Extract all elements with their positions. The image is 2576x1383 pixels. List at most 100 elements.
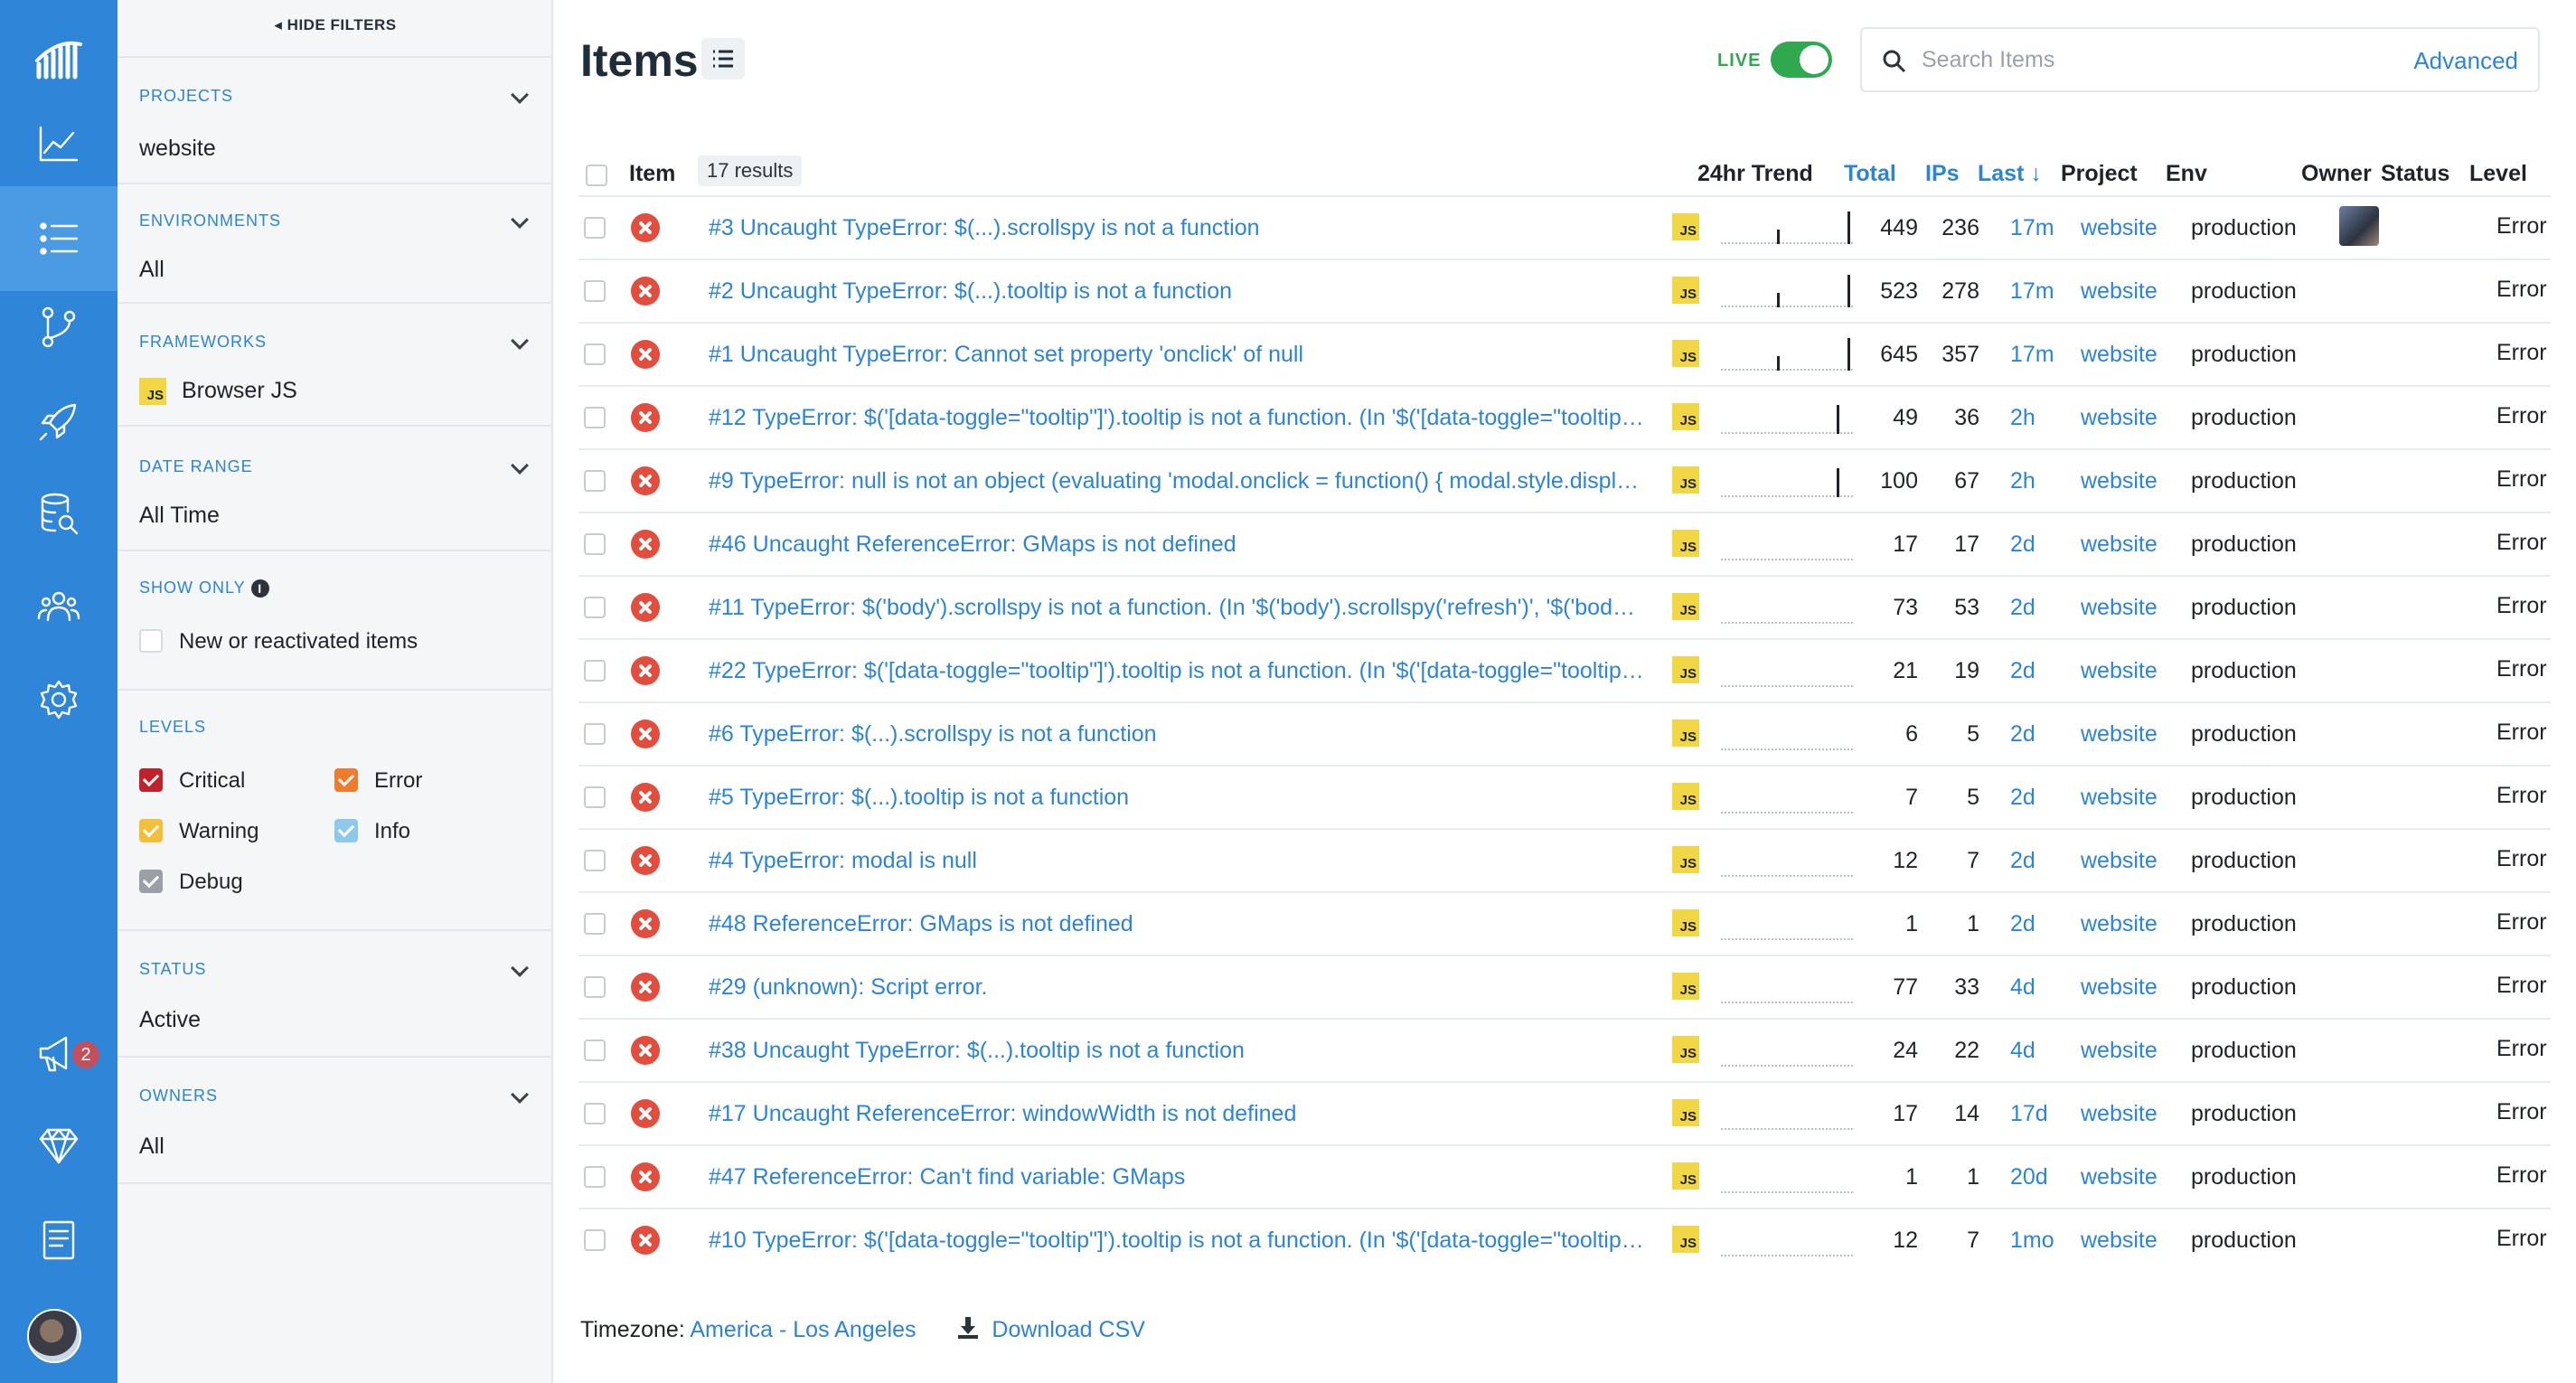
- table-row[interactable]: #46 Uncaught ReferenceError: GMaps is no…: [578, 512, 2551, 575]
- table-row[interactable]: #4 TypeError: modal is null JS 12 7 2d websit…: [578, 828, 2551, 891]
- live-toggle[interactable]: [1771, 42, 1832, 78]
- row-checkbox[interactable]: [584, 850, 606, 871]
- last-seen-link[interactable]: 17m: [2010, 215, 2054, 241]
- timezone-link[interactable]: America - Los Angeles: [690, 1317, 916, 1342]
- chevron-down-icon[interactable]: [511, 211, 529, 229]
- row-checkbox[interactable]: [584, 280, 606, 302]
- project-link[interactable]: website: [2081, 405, 2158, 431]
- deploys-rocket-icon[interactable]: [0, 369, 118, 474]
- row-checkbox[interactable]: [584, 913, 606, 935]
- projects-filter[interactable]: PROJECTS website: [118, 56, 553, 184]
- project-link[interactable]: website: [2081, 1164, 2158, 1190]
- people-icon[interactable]: [0, 553, 118, 658]
- item-title-link[interactable]: #12 TypeError: $('[data-toggle="tooltip"…: [709, 405, 1644, 431]
- project-link[interactable]: website: [2081, 785, 2158, 811]
- table-row[interactable]: #17 Uncaught ReferenceError: windowWidth…: [578, 1081, 2551, 1144]
- table-row[interactable]: #9 TypeError: null is not an object (eva…: [578, 448, 2551, 512]
- status-filter[interactable]: STATUS Active: [118, 931, 553, 1058]
- chevron-down-icon[interactable]: [511, 959, 529, 977]
- table-row[interactable]: #1 Uncaught TypeError: Cannot set proper…: [578, 322, 2551, 385]
- chevron-down-icon[interactable]: [511, 1086, 529, 1104]
- chevron-down-icon[interactable]: [511, 332, 529, 350]
- row-checkbox[interactable]: [584, 343, 606, 365]
- item-title-link[interactable]: #10 TypeError: $('[data-toggle="tooltip"…: [709, 1228, 1644, 1254]
- project-link[interactable]: website: [2081, 848, 2158, 874]
- project-link[interactable]: website: [2081, 911, 2158, 937]
- select-all-checkbox[interactable]: [586, 165, 607, 186]
- dashboard-chart-icon[interactable]: [0, 85, 118, 202]
- row-checkbox[interactable]: [584, 470, 606, 492]
- download-csv-link[interactable]: Download CSV: [992, 1317, 1145, 1342]
- project-link[interactable]: website: [2081, 595, 2158, 621]
- row-checkbox[interactable]: [584, 1103, 606, 1124]
- item-title-link[interactable]: #48 ReferenceError: GMaps is not defined: [709, 911, 1644, 937]
- debug-checkbox[interactable]: [139, 870, 163, 893]
- row-checkbox[interactable]: [584, 407, 606, 428]
- item-title-link[interactable]: #46 Uncaught ReferenceError: GMaps is no…: [709, 532, 1644, 558]
- item-title-link[interactable]: #5 TypeError: $(...).tooltip is not a fu…: [709, 785, 1644, 811]
- table-row[interactable]: #47 ReferenceError: Can't find variable:…: [578, 1144, 2551, 1208]
- column-ips[interactable]: IPs: [1925, 161, 1960, 187]
- chevron-down-icon[interactable]: [511, 456, 529, 475]
- last-seen-link[interactable]: 2d: [2010, 785, 2035, 811]
- hide-filters-button[interactable]: ◂ HIDE FILTERS: [118, 16, 553, 34]
- table-row[interactable]: #6 TypeError: $(...).scrollspy is not a …: [578, 701, 2551, 765]
- last-seen-link[interactable]: 2d: [2010, 532, 2035, 558]
- announcements-megaphone-icon[interactable]: [0, 1002, 118, 1106]
- project-link[interactable]: website: [2081, 342, 2158, 368]
- last-seen-link[interactable]: 2h: [2010, 405, 2035, 431]
- table-row[interactable]: #2 Uncaught TypeError: $(...).tooltip is…: [578, 259, 2551, 322]
- project-link[interactable]: website: [2081, 278, 2158, 305]
- item-title-link[interactable]: #4 TypeError: modal is null: [709, 848, 1644, 874]
- user-avatar[interactable]: [27, 1309, 81, 1363]
- last-seen-link[interactable]: 17m: [2010, 278, 2054, 305]
- row-checkbox[interactable]: [584, 786, 606, 808]
- last-seen-link[interactable]: 17m: [2010, 342, 2054, 368]
- item-title-link[interactable]: #3 Uncaught TypeError: $(...).scrollspy …: [709, 215, 1644, 241]
- versions-branch-icon[interactable]: [0, 275, 118, 380]
- item-title-link[interactable]: #38 Uncaught TypeError: $(...).tooltip i…: [709, 1038, 1644, 1064]
- item-title-link[interactable]: #22 TypeError: $('[data-toggle="tooltip"…: [709, 658, 1644, 684]
- search-input[interactable]: [1922, 42, 2374, 78]
- info-checkbox[interactable]: [334, 819, 358, 842]
- table-row[interactable]: #12 TypeError: $('[data-toggle="tooltip"…: [578, 385, 2551, 448]
- last-seen-link[interactable]: 4d: [2010, 1038, 2035, 1064]
- table-row[interactable]: #5 TypeError: $(...).tooltip is not a fu…: [578, 765, 2551, 828]
- column-last[interactable]: Last ↓: [1978, 161, 2042, 187]
- row-checkbox[interactable]: [584, 597, 606, 618]
- item-title-link[interactable]: #29 (unknown): Script error.: [709, 974, 1644, 1001]
- critical-checkbox[interactable]: [139, 768, 163, 792]
- docs-icon[interactable]: [0, 1188, 118, 1293]
- row-checkbox[interactable]: [584, 723, 606, 745]
- row-checkbox[interactable]: [584, 533, 606, 555]
- warning-checkbox[interactable]: [139, 819, 163, 842]
- item-title-link[interactable]: #9 TypeError: null is not an object (eva…: [709, 468, 1644, 494]
- row-checkbox[interactable]: [584, 976, 606, 998]
- last-seen-link[interactable]: 1mo: [2010, 1228, 2054, 1254]
- error-checkbox[interactable]: [334, 768, 358, 792]
- last-seen-link[interactable]: 20d: [2010, 1164, 2048, 1190]
- project-link[interactable]: website: [2081, 532, 2158, 558]
- project-link[interactable]: website: [2081, 468, 2158, 494]
- info-icon[interactable]: i: [250, 579, 269, 598]
- table-row[interactable]: #29 (unknown): Script error. JS 77 33 4d webs…: [578, 955, 2551, 1018]
- project-link[interactable]: website: [2081, 974, 2158, 1001]
- table-row[interactable]: #48 ReferenceError: GMaps is not defined…: [578, 891, 2551, 955]
- rql-search-icon[interactable]: [0, 461, 118, 566]
- environments-filter[interactable]: ENVIRONMENTS All: [118, 184, 553, 304]
- table-row[interactable]: #11 TypeError: $('body').scrollspy is no…: [578, 575, 2551, 638]
- item-title-link[interactable]: #17 Uncaught ReferenceError: windowWidth…: [709, 1101, 1644, 1127]
- project-link[interactable]: website: [2081, 1101, 2158, 1127]
- last-seen-link[interactable]: 17d: [2010, 1101, 2048, 1127]
- row-checkbox[interactable]: [584, 217, 606, 239]
- project-link[interactable]: website: [2081, 1038, 2158, 1064]
- owner-avatar[interactable]: [2339, 206, 2379, 246]
- last-seen-link[interactable]: 2d: [2010, 721, 2035, 748]
- row-checkbox[interactable]: [584, 660, 606, 682]
- last-seen-link[interactable]: 2d: [2010, 658, 2035, 684]
- settings-gear-icon[interactable]: [0, 647, 118, 752]
- last-seen-link[interactable]: 2d: [2010, 848, 2035, 874]
- last-seen-link[interactable]: 2h: [2010, 468, 2035, 494]
- advanced-search-link[interactable]: Advanced: [2413, 47, 2518, 75]
- item-title-link[interactable]: #1 Uncaught TypeError: Cannot set proper…: [709, 342, 1644, 368]
